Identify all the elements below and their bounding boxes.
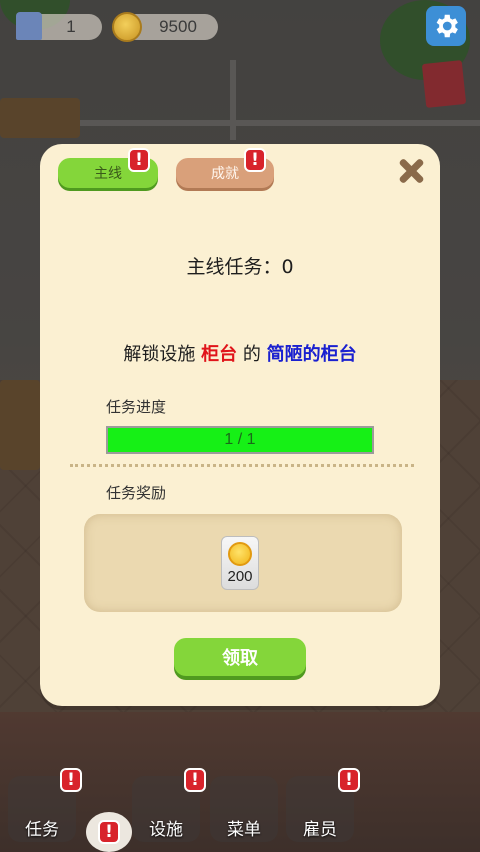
quest-title: 主线任务：0 [186,256,294,278]
quest-description: 解锁设施 柜台 的 简陋的柜台 [40,340,440,366]
progress-bar: 1 / 1 [106,426,374,454]
nav-tasks[interactable]: ! 任务 [8,768,82,842]
close-button[interactable] [394,154,428,188]
gear-icon [436,14,458,38]
coin-value: 9500 [159,17,197,36]
divider [70,464,414,467]
progress-text: 1 / 1 [224,431,256,448]
desc-item: 简陋的柜台 [266,344,357,365]
settings-button[interactable] [426,6,466,46]
nav-staff[interactable]: ! 雇员 [286,768,360,842]
alert-badge: ! [184,768,206,792]
tab-main-label: 主线 [94,166,122,182]
shirt-icon [16,12,42,40]
alert-badge: ! [338,768,360,792]
coin-icon [112,12,142,42]
reward-panel: 200 [84,514,402,612]
coin-icon [228,542,252,566]
progress-label: 任务进度 [106,398,167,416]
claim-button[interactable]: 领取 [174,638,306,676]
desc-middle: 的 [242,344,261,365]
reward-item: 200 [221,536,259,590]
alert-badge: ! [60,768,82,792]
nav-menu[interactable]: 菜单 [210,776,278,842]
nav-menu-label: 菜单 [227,820,261,840]
nav-staff-label: 雇员 [303,820,337,840]
alert-button[interactable]: ! [86,812,132,852]
nav-tasks-label: 任务 [25,820,59,840]
tab-achievements-label: 成就 [211,166,239,182]
alert-badge: ! [244,148,266,172]
claim-label: 领取 [222,648,258,669]
nav-facilities[interactable]: ! 设施 [132,768,206,842]
desc-prefix: 解锁设施 [123,344,196,365]
quest-dialog: 主线 ! 成就 ! 主线任务：0 解锁设施 柜台 的 简陋的柜台 任务进度 1 … [40,144,440,706]
nav-facilities-label: 设施 [149,820,183,840]
reward-label: 任务奖励 [106,484,167,502]
desc-target: 柜台 [201,344,238,365]
alert-badge: ! [128,148,150,172]
level-value: 1 [66,17,76,36]
reward-amount: 200 [227,568,253,585]
alert-badge: ! [98,820,120,844]
